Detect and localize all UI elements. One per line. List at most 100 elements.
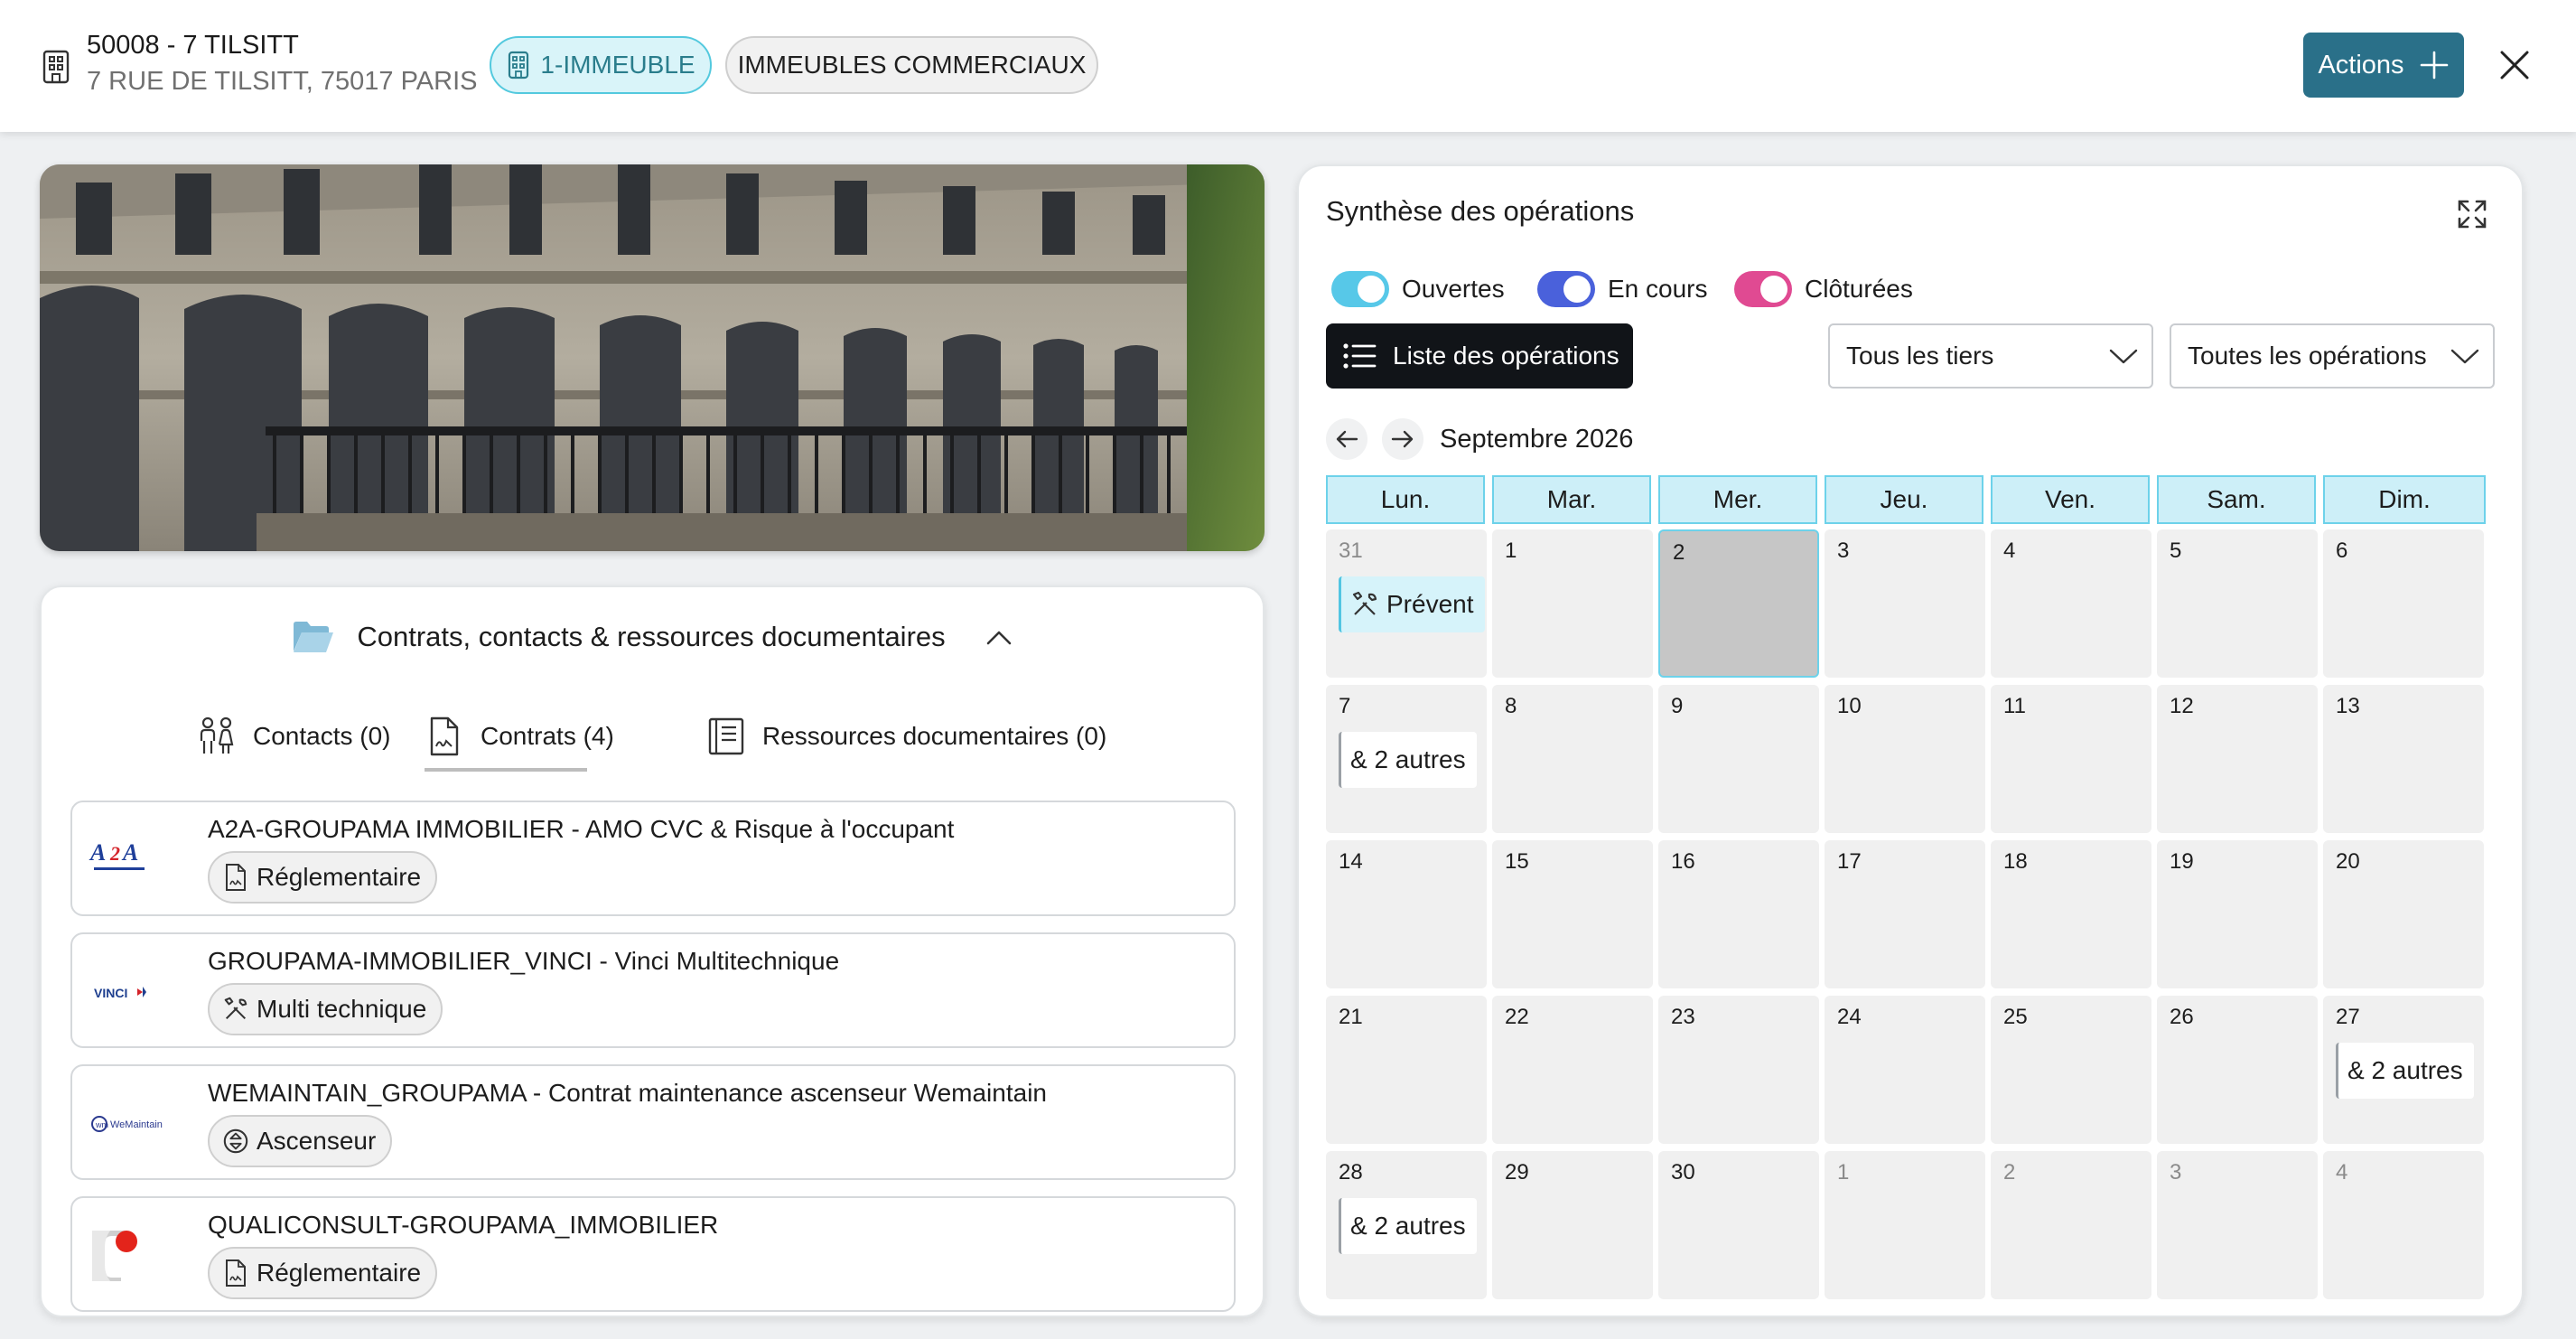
contract-name: WEMAINTAIN_GROUPAMA - Contrat maintenanc… [208,1079,1047,1107]
chip-commerciaux-label: IMMEUBLES COMMERCIAUX [737,51,1087,79]
calendar-day-cell[interactable]: 1 [1492,529,1653,678]
header-bar: 50008 - 7 TILSITT 7 RUE DE TILSITT, 7501… [0,0,2576,132]
close-icon[interactable] [2495,45,2534,85]
calendar-day-cell[interactable]: 15 [1492,840,1653,988]
elevator-icon [222,1127,249,1156]
calendar-day-cell[interactable]: 7 & 2 autres [1326,685,1487,833]
toggle-ouvertes[interactable]: Ouvertes [1331,269,1505,309]
vinci-logo: VINCI [87,965,163,1019]
day-number: 23 [1671,1005,1695,1029]
calendar-day-cell[interactable]: 20 [2323,840,2484,988]
toggle-switch[interactable] [1734,271,1792,307]
day-number: 27 [2336,1005,2360,1029]
calendar-day-cell[interactable]: 25 [1991,996,2151,1144]
contract-card[interactable]: wm WeMaintain WEMAINTAIN_GROUPAMA - Contr… [70,1064,1236,1180]
calendar-day-cell[interactable]: 30 [1658,1151,1819,1299]
svg-text:WeMaintain: WeMaintain [110,1119,163,1130]
calendar-event[interactable]: & 2 autres [2336,1043,2474,1099]
list-icon [1342,342,1377,370]
calendar-day-cell[interactable]: 27 & 2 autres [2323,996,2484,1144]
chip-immeuble[interactable]: 1-IMMEUBLE [490,36,712,94]
calendar-day-cell[interactable]: 11 [1991,685,2151,833]
tools-icon [1350,590,1379,619]
calendar-day-cell[interactable]: 13 [2323,685,2484,833]
calendar-day-cell[interactable]: 12 [2157,685,2318,833]
calendar-day-cell[interactable]: 3 [2157,1151,2318,1299]
calendar-event[interactable]: & 2 autres [1339,732,1477,788]
day-number: 4 [2336,1160,2348,1184]
calendar-event[interactable]: Prévent [1339,576,1485,632]
calendar-day-cell[interactable]: 19 [2157,840,2318,988]
toggle-en-cours[interactable]: En cours [1537,269,1708,309]
tab-ressources-documentaires[interactable]: Ressources documentaires (0) [706,703,1106,770]
arrow-left-icon[interactable] [1326,418,1367,460]
day-number: 20 [2336,849,2360,874]
calendar-day-cell[interactable]: 23 [1658,996,1819,1144]
calendar-event[interactable]: & 2 autres [1339,1198,1477,1254]
calendar-day-cell[interactable]: 29 [1492,1151,1653,1299]
chip-immeubles-commerciaux[interactable]: IMMEUBLES COMMERCIAUX [725,36,1098,94]
operations-filter-value: Toutes les opérations [2188,342,2427,370]
operations-filter-select[interactable]: Toutes les opérations [2170,323,2495,389]
calendar-day-cell[interactable]: 26 [2157,996,2318,1144]
contracts-panel-title: Contrats, contacts & ressources document… [357,621,946,652]
calendar-day-cell[interactable]: 16 [1658,840,1819,988]
chevron-up-icon[interactable] [985,628,1013,646]
chevron-down-icon [2108,347,2139,365]
toggle-switch[interactable] [1331,271,1389,307]
actions-button[interactable]: Actions [2303,33,2464,98]
tab-contacts[interactable]: Contacts (0) [197,703,391,770]
contract-name: A2A-GROUPAMA IMMOBILIER - AMO CVC & Risq… [208,815,955,843]
calendar-day-cell[interactable]: 10 [1825,685,1985,833]
tiers-filter-select[interactable]: Tous les tiers [1828,323,2153,389]
plus-icon [2419,50,2450,80]
weekday-header: Ven. [1991,475,2150,524]
calendar-day-cell[interactable]: 18 [1991,840,2151,988]
calendar-day-cell[interactable]: 6 [2323,529,2484,678]
calendar-day-cell[interactable]: 4 [1991,529,2151,678]
calendar-day-cell[interactable]: 3 [1825,529,1985,678]
calendar-day-cell[interactable]: 8 [1492,685,1653,833]
regulation-document-icon [222,1259,249,1288]
calendar-day-cell[interactable]: 31 Prévent [1326,529,1487,678]
day-number: 1 [1837,1160,1850,1184]
day-number: 8 [1505,694,1517,718]
svg-text:2: 2 [109,842,120,865]
weekday-header: Dim. [2323,475,2486,524]
operations-panel: Synthèse des opérations Ouvertes En cour… [1297,164,2524,1317]
actions-button-label: Actions [2318,50,2404,80]
operations-list-button[interactable]: Liste des opérations [1326,323,1633,389]
calendar-day-cell[interactable]: 24 [1825,996,1985,1144]
building-icon [40,49,72,85]
toggle-cloturees[interactable]: Clôturées [1734,269,1913,309]
tools-icon [222,995,249,1024]
arrow-right-icon[interactable] [1382,418,1423,460]
contract-category-tag: Réglementaire [208,1247,438,1299]
toggle-switch[interactable] [1537,271,1595,307]
day-number: 28 [1339,1160,1363,1184]
contract-card[interactable]: QUALICONSULT-GROUPAMA_IMMOBILIER Régleme… [70,1196,1236,1312]
calendar-day-cell[interactable]: 2 [1991,1151,2151,1299]
weekday-header: Sam. [2157,475,2316,524]
contract-card[interactable]: VINCI GROUPAMA-IMMOBILIER_VINCI - Vinci … [70,932,1236,1048]
calendar-day-cell[interactable]: 21 [1326,996,1487,1144]
expand-icon[interactable] [2457,199,2487,229]
day-number: 2 [2003,1160,2016,1184]
calendar-day-cell[interactable]: 5 [2157,529,2318,678]
svg-text:A: A [121,839,138,866]
day-number: 3 [2170,1160,2182,1184]
calendar-day-cell[interactable]: 1 [1825,1151,1985,1299]
contract-name: GROUPAMA-IMMOBILIER_VINCI - Vinci Multit… [208,947,840,975]
weekday-header: Jeu. [1825,475,1983,524]
calendar-day-cell[interactable]: 17 [1825,840,1985,988]
contract-card[interactable]: A2A A2A-GROUPAMA IMMOBILIER - AMO CVC & … [70,801,1236,916]
calendar-day-cell[interactable]: 4 [2323,1151,2484,1299]
calendar-day-cell[interactable]: 28 & 2 autres [1326,1151,1487,1299]
calendar-day-cell[interactable]: 22 [1492,996,1653,1144]
contracts-panel-header[interactable]: Contrats, contacts & ressources document… [42,614,1263,660]
tab-contrats[interactable]: Contrats (4) [425,703,614,770]
calendar-day-cell[interactable]: 2 [1658,529,1819,678]
weekday-header: Mer. [1658,475,1817,524]
calendar-day-cell[interactable]: 9 [1658,685,1819,833]
calendar-day-cell[interactable]: 14 [1326,840,1487,988]
